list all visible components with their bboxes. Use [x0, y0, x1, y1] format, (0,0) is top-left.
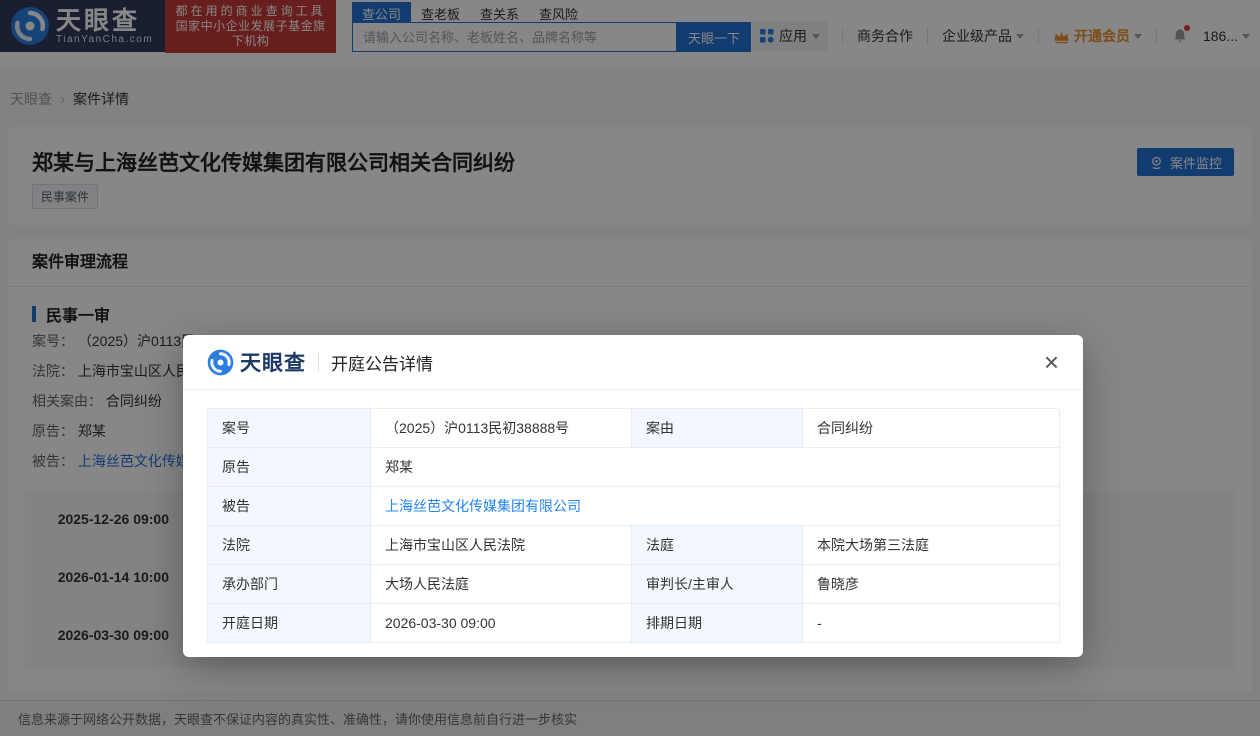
defendant-company-link[interactable]: 上海丝芭文化传媒集团有限公司: [385, 496, 581, 516]
modal-header: 天眼查 开庭公告详情 ×: [183, 335, 1083, 390]
modal-title: 开庭公告详情: [331, 350, 433, 375]
table-value-hearing-date: 2026-03-30 09:00: [371, 604, 632, 643]
table-label: 被告: [208, 487, 371, 526]
table-label: 承办部门: [208, 565, 371, 604]
table-value-cause: 合同纠纷: [803, 409, 1060, 448]
divider: [318, 353, 319, 371]
table-label: 原告: [208, 448, 371, 487]
table-label: 案号: [208, 409, 371, 448]
table-value-case-number: （2025）沪0113民初38888号: [371, 409, 632, 448]
table-label: 开庭日期: [208, 604, 371, 643]
modal-brand: 天眼查: [240, 347, 306, 377]
close-icon[interactable]: ×: [1044, 352, 1059, 372]
table-label: 法庭: [632, 526, 803, 565]
tianyancha-logo-icon: [207, 349, 234, 376]
hearing-detail-table: 案号 （2025）沪0113民初38888号 案由 合同纠纷 原告 郑某 被告 …: [207, 408, 1059, 643]
table-value-courtroom: 本院大场第三法庭: [803, 526, 1060, 565]
table-value-court: 上海市宝山区人民法院: [371, 526, 632, 565]
table-label: 排期日期: [632, 604, 803, 643]
table-value-judge: 鲁晓彦: [803, 565, 1060, 604]
table-label: 案由: [632, 409, 803, 448]
table-value-department: 大场人民法庭: [371, 565, 632, 604]
table-value-schedule-date: -: [803, 604, 1060, 643]
table-label: 审判长/主审人: [632, 565, 803, 604]
table-value-plaintiff: 郑某: [371, 448, 1060, 487]
table-label: 法院: [208, 526, 371, 565]
hearing-detail-modal: 天眼查 开庭公告详情 × 案号 （2025）沪0113民初38888号 案由 合…: [183, 335, 1083, 657]
